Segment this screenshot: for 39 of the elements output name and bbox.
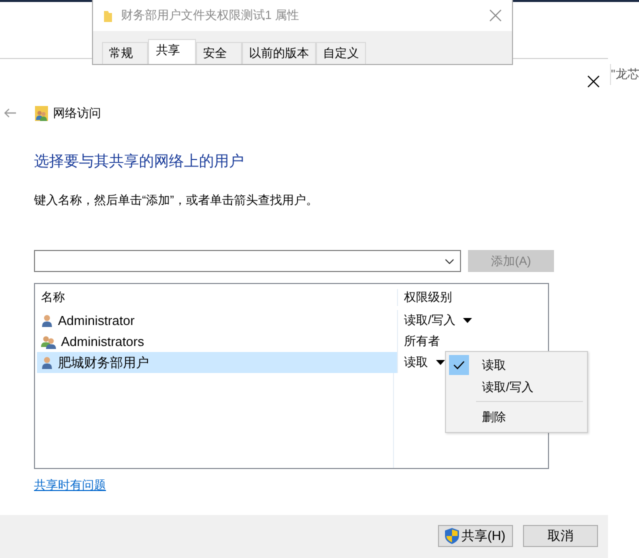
column-header[interactable]: 权限级别 — [404, 288, 452, 306]
column-header[interactable]: 名称 — [41, 288, 65, 306]
name-combobox[interactable] — [34, 250, 461, 272]
user-group-icon — [41, 334, 56, 348]
user-name: Administrators — [61, 334, 144, 349]
user-name: 肥城财务部用户 — [58, 354, 149, 372]
caret-icon[interactable] — [463, 318, 472, 323]
list-row[interactable]: Administrator — [37, 310, 397, 331]
chevron-down-icon[interactable] — [445, 258, 454, 264]
list-row[interactable]: 肥城财务部用户 — [37, 352, 397, 373]
network-users-icon — [35, 106, 48, 120]
permission-dropdown[interactable]: 读取 — [404, 354, 445, 371]
menu-item[interactable]: 删除 — [446, 406, 587, 428]
menu-item[interactable]: 读取 — [446, 354, 587, 376]
tab[interactable]: 常规 — [102, 42, 148, 64]
user-icon — [41, 356, 53, 370]
menu-item[interactable]: 读取/写入 — [446, 376, 587, 398]
tab[interactable]: 共享 — [148, 39, 196, 64]
back-arrow-icon[interactable] — [4, 108, 16, 118]
permission-dropdown[interactable]: 读取/写入 — [404, 312, 472, 329]
window-title: 财务部用户文件夹权限测试1 属性 — [121, 7, 300, 24]
tab[interactable]: 以前的版本 — [242, 42, 316, 64]
close-icon[interactable] — [587, 74, 600, 88]
share-button[interactable]: 共享(H) — [438, 525, 513, 547]
cancel-button[interactable]: 取消 — [523, 525, 598, 547]
list-row[interactable]: Administrators — [37, 331, 397, 352]
folder-icon — [103, 8, 113, 22]
instruction-text: 键入名称，然后单击“添加”，或者单击箭头查找用户。 — [34, 192, 318, 209]
heading: 选择要与其共享的网络上的用户 — [34, 152, 244, 172]
user-icon — [41, 314, 53, 328]
nav-title: 网络访问 — [53, 104, 101, 122]
shield-icon — [445, 528, 460, 544]
user-name: Administrator — [58, 313, 135, 328]
help-link[interactable]: 共享时有问题 — [34, 477, 106, 493]
caret-icon[interactable] — [436, 360, 445, 365]
tab[interactable]: 自定义 — [316, 42, 366, 64]
window-title: "龙芯 — [610, 64, 639, 85]
tab[interactable]: 安全 — [196, 42, 242, 64]
permission-level: 所有者 — [404, 333, 440, 350]
